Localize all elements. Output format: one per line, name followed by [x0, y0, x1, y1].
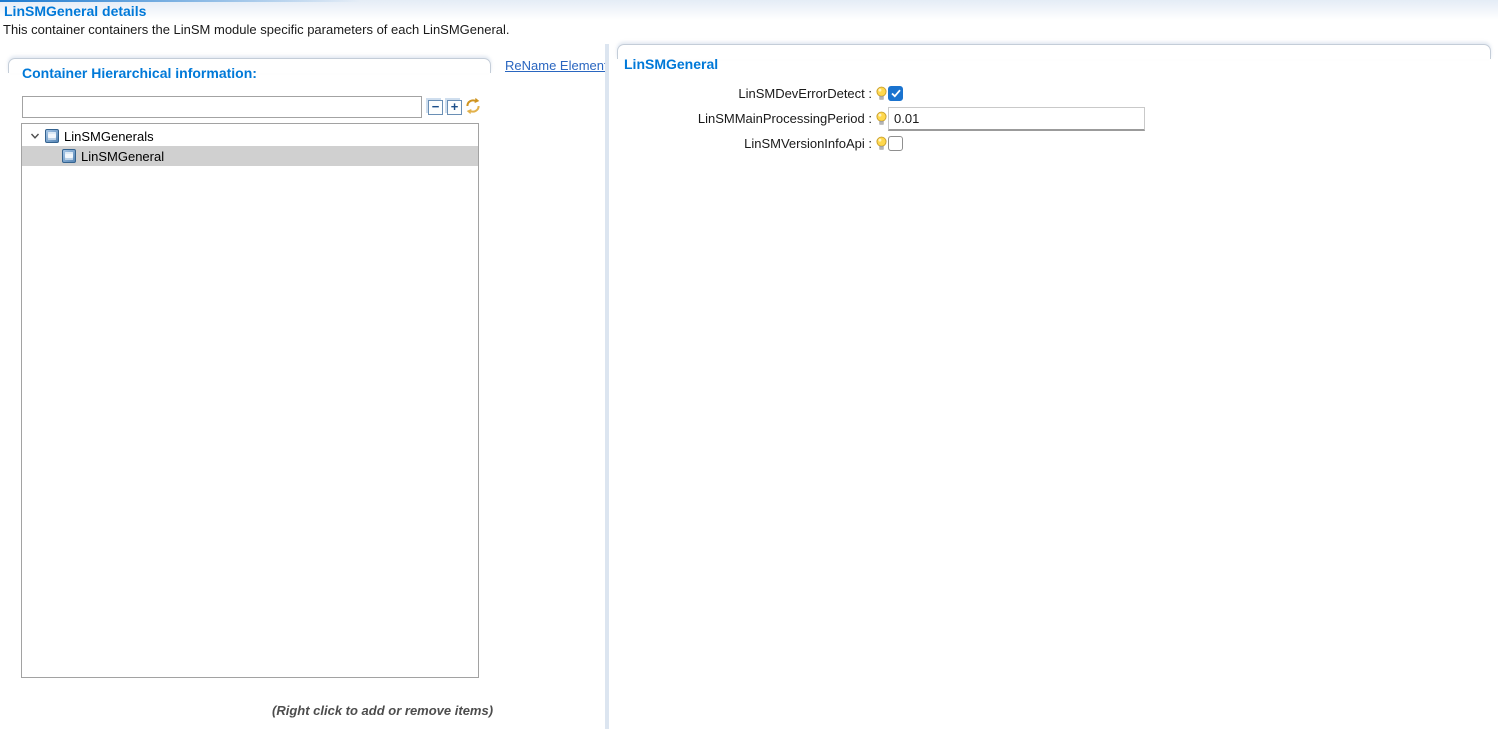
field-label: LinSMVersionInfoApi :	[617, 136, 874, 151]
field-row-mainProcessingPeriod: LinSMMainProcessingPeriod :	[617, 105, 1491, 132]
container-hierarchy-groupbox: Container Hierarchical information:	[8, 58, 491, 78]
header-gradient	[0, 0, 1498, 20]
expand-all-button[interactable]: +	[447, 100, 462, 115]
bulb-icon	[876, 86, 887, 101]
field-label: LinSMDevErrorDetect :	[617, 86, 874, 101]
header-accent-line	[0, 0, 360, 2]
page-description: This container containers the LinSM modu…	[3, 22, 510, 37]
refresh-icon	[464, 97, 482, 115]
chevron-down-icon[interactable]	[30, 131, 40, 141]
field-row-versionInfoApi: LinSMVersionInfoApi :	[617, 132, 1491, 155]
container-hierarchy-title: Container Hierarchical information:	[22, 65, 257, 81]
collapse-all-icon: −	[432, 99, 440, 114]
field-label: LinSMMainProcessingPeriod :	[617, 111, 874, 126]
container-node-icon	[62, 149, 76, 163]
rename-element-link[interactable]: ReName Element	[505, 58, 608, 73]
container-hierarchy-tree: LinSMGenerals LinSMGeneral	[21, 123, 479, 678]
refresh-button[interactable]	[464, 97, 482, 115]
collapse-all-button[interactable]: −	[428, 100, 443, 115]
tree-filter-input[interactable]	[22, 96, 422, 118]
mainProcessingPeriod-input[interactable]	[888, 107, 1145, 131]
parameter-fields: LinSMDevErrorDetect : LinSMMainProcessin…	[617, 82, 1491, 155]
tree-item-linsmgeneral[interactable]: LinSMGeneral	[22, 146, 478, 166]
tree-item-label: LinSMGenerals	[64, 129, 154, 144]
field-row-devErrorDetect: LinSMDevErrorDetect :	[617, 82, 1491, 105]
versionInfoApi-checkbox[interactable]	[888, 136, 903, 151]
linsmgeneral-groupbox: LinSMGeneral	[617, 44, 1491, 64]
check-icon	[891, 89, 901, 98]
tree-item-linsmgenerals[interactable]: LinSMGenerals	[22, 126, 478, 146]
devErrorDetect-checkbox[interactable]	[888, 86, 903, 101]
tree-hint: (Right click to add or remove items)	[272, 703, 493, 718]
container-node-icon	[45, 129, 59, 143]
bulb-icon	[876, 136, 887, 151]
page-title: LinSMGeneral details	[4, 3, 146, 19]
panel-sash[interactable]	[605, 44, 609, 729]
expand-all-icon: +	[451, 99, 459, 114]
bulb-icon	[876, 111, 887, 126]
tree-item-label: LinSMGeneral	[81, 149, 164, 164]
linsmgeneral-title: LinSMGeneral	[624, 56, 718, 72]
